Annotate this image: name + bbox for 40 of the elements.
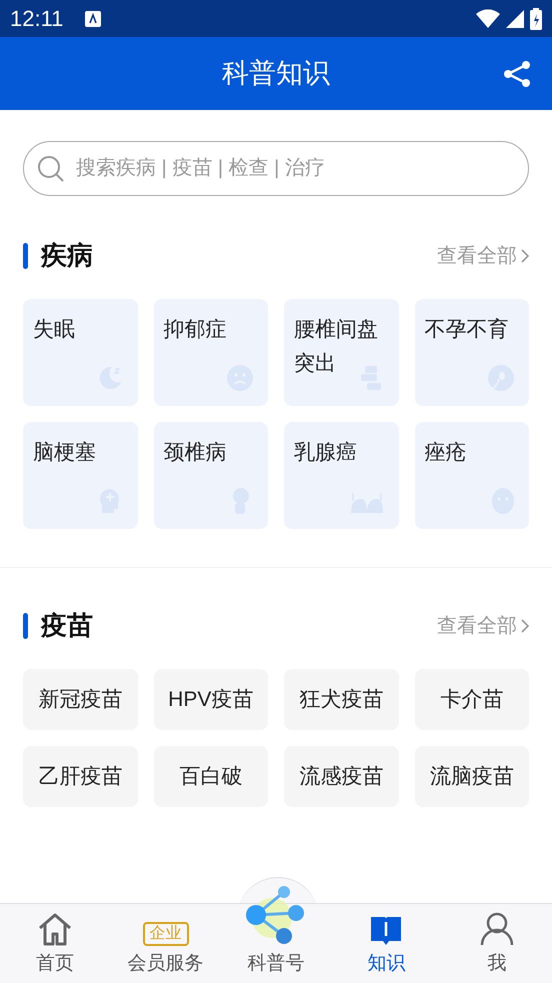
disease-tile[interactable]: 抑郁症 <box>154 299 268 406</box>
nav-tab[interactable]: 企业 会员服务 <box>110 903 221 983</box>
section-accent-bar <box>23 612 28 638</box>
enterprise-badge: 企业 <box>142 922 189 946</box>
home-icon <box>37 912 74 946</box>
chevron-right-icon <box>521 248 529 262</box>
section-title: 疾病 <box>41 239 93 272</box>
search-field[interactable]: 搜索疾病 | 疫苗 | 检查 | 治疗 <box>23 141 529 196</box>
vaccine-chip[interactable]: 新冠疫苗 <box>23 669 138 730</box>
battery-icon <box>530 8 542 30</box>
keyboard-app-icon <box>85 10 102 26</box>
disease-tile[interactable]: 脑梗塞 <box>23 422 138 529</box>
nav-tab[interactable]: 我 <box>442 903 552 983</box>
vaccine-chip[interactable]: 百白破 <box>154 746 268 807</box>
vaccine-chip[interactable]: 卡介苗 <box>414 669 529 730</box>
header-title: 科普知识 <box>222 57 330 90</box>
vaccine-chip[interactable]: 乙肝疫苗 <box>23 746 138 807</box>
vaccine-chip[interactable]: 流感疫苗 <box>284 746 398 807</box>
nav-tab[interactable]: 知识 <box>331 903 442 983</box>
person-icon <box>480 912 514 946</box>
disease-tile[interactable]: 失眠 <box>23 299 138 406</box>
disease-tile[interactable]: 乳腺癌 <box>284 422 398 529</box>
vaccine-chip[interactable]: 流脑疫苗 <box>414 746 529 807</box>
vaccine-chip[interactable]: HPV疫苗 <box>154 669 268 730</box>
signal-icon <box>506 10 524 28</box>
status-time: 12:11 <box>10 5 64 33</box>
nav-tab[interactable]: 首页 <box>0 903 110 983</box>
share-button[interactable] <box>502 59 532 89</box>
wifi-icon <box>476 8 500 28</box>
disease-tile[interactable]: 痤疮 <box>414 422 529 529</box>
vaccine-chip[interactable]: 狂犬疫苗 <box>284 669 398 730</box>
section-accent-bar <box>23 242 28 268</box>
disease-tile[interactable]: 颈椎病 <box>154 422 268 529</box>
nav-tab[interactable]: 科普号 <box>220 875 332 983</box>
disease-tile[interactable]: 不孕不育 <box>414 299 529 406</box>
share-icon <box>502 59 532 89</box>
disease-tile[interactable]: 腰椎间盘突出 <box>284 299 398 406</box>
section-title: 疫苗 <box>41 609 93 642</box>
chevron-right-icon <box>521 618 529 632</box>
search-icon <box>37 155 64 182</box>
